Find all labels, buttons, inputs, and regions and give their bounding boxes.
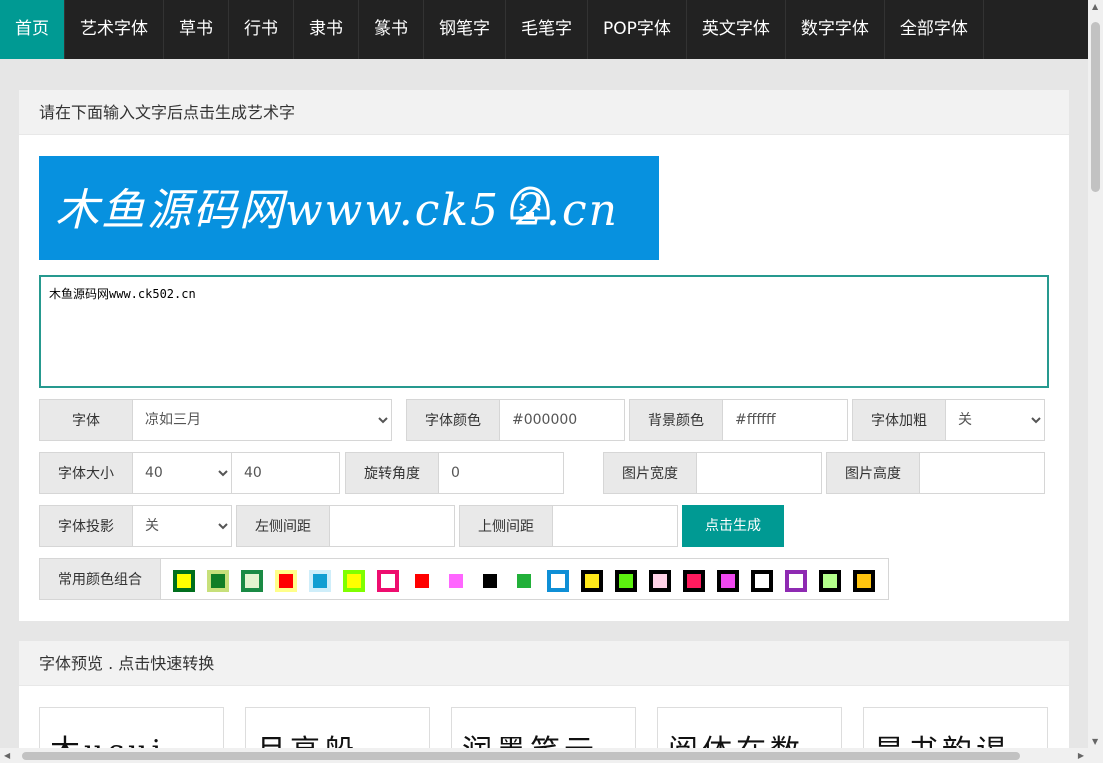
font-preview-title: 字体预览 . 点击快速转换	[19, 641, 1069, 686]
color-combo-swatch[interactable]	[649, 570, 671, 592]
width-input[interactable]	[696, 452, 822, 494]
top-nav: 首页 艺术字体 草书 行书 隶书 篆书 钢笔字 毛笔字 POP字体 英文字体 数字字体 全部字体	[0, 0, 1088, 59]
nav-item[interactable]: 钢笔字	[424, 0, 506, 59]
vertical-scroll-thumb[interactable]	[1091, 22, 1100, 192]
color-combo-swatch[interactable]	[377, 570, 399, 592]
shadow-label: 字体投影	[39, 505, 133, 547]
height-label: 图片高度	[826, 452, 920, 494]
font-color-input[interactable]	[499, 399, 625, 441]
horizontal-scroll-thumb[interactable]	[22, 752, 1020, 760]
scroll-down-arrow-icon[interactable]: ▼	[1092, 737, 1098, 746]
text-input[interactable]: 木鱼源码网www.ck502.cn	[39, 275, 1049, 388]
nav-item[interactable]: 首页	[0, 0, 65, 59]
color-combo-swatch[interactable]	[343, 570, 365, 592]
rotate-label: 旋转角度	[345, 452, 439, 494]
color-combo-swatch[interactable]	[411, 570, 433, 592]
generator-panel: 请在下面输入文字后点击生成艺术字 木鱼源码网www.ck5 2.cn 木鱼源码网…	[19, 90, 1069, 621]
nav-item[interactable]: 数字字体	[786, 0, 885, 59]
color-combo-swatch[interactable]	[445, 570, 467, 592]
color-combo-swatch[interactable]	[581, 570, 603, 592]
bg-color-label: 背景颜色	[629, 399, 723, 441]
color-combo-swatch[interactable]	[275, 570, 297, 592]
color-combo-swatch[interactable]	[547, 570, 569, 592]
color-combo-swatch[interactable]	[717, 570, 739, 592]
color-combo-swatch[interactable]	[309, 570, 331, 592]
scroll-up-arrow-icon[interactable]: ▲	[1092, 2, 1098, 11]
nav-item[interactable]: 英文字体	[687, 0, 786, 59]
height-input[interactable]	[919, 452, 1045, 494]
color-combo-swatch[interactable]	[785, 570, 807, 592]
art-text-preview-image: 木鱼源码网www.ck5 2.cn	[39, 156, 659, 260]
color-combo-swatch[interactable]	[683, 570, 705, 592]
shadow-select[interactable]: 关	[132, 505, 232, 547]
left-margin-label: 左侧间距	[236, 505, 330, 547]
color-combo-swatch[interactable]	[207, 570, 229, 592]
color-combo-swatch[interactable]	[819, 570, 841, 592]
nav-item[interactable]: 草书	[164, 0, 229, 59]
nav-item[interactable]: 隶书	[294, 0, 359, 59]
scroll-right-arrow-icon[interactable]: ▶	[1078, 751, 1084, 760]
top-margin-label: 上侧间距	[459, 505, 553, 547]
generate-button[interactable]: 点击生成	[682, 505, 784, 547]
color-combo-swatch[interactable]	[173, 570, 195, 592]
nav-item[interactable]: 篆书	[359, 0, 424, 59]
color-combo-swatch[interactable]	[615, 570, 637, 592]
color-combo-swatch[interactable]	[513, 570, 535, 592]
rotate-input[interactable]	[438, 452, 564, 494]
nav-item[interactable]: 全部字体	[885, 0, 984, 59]
font-label: 字体	[39, 399, 133, 441]
nav-item[interactable]: POP字体	[588, 0, 687, 59]
top-margin-input[interactable]	[552, 505, 678, 547]
size-select[interactable]: 40	[132, 452, 232, 494]
color-combos-label: 常用颜色组合	[39, 558, 161, 600]
nav-item[interactable]: 行书	[229, 0, 294, 59]
color-combo-swatch[interactable]	[241, 570, 263, 592]
color-combo-swatch[interactable]	[479, 570, 501, 592]
bold-select[interactable]: 关	[945, 399, 1045, 441]
color-combos-row	[160, 558, 889, 600]
color-combo-swatch[interactable]	[853, 570, 875, 592]
font-select[interactable]: 凉如三月	[132, 399, 392, 441]
bold-label: 字体加粗	[852, 399, 946, 441]
horizontal-scrollbar[interactable]: ◀ ▶	[0, 748, 1088, 763]
bg-color-input[interactable]	[722, 399, 848, 441]
font-color-label: 字体颜色	[406, 399, 500, 441]
face-glyph-icon	[510, 186, 550, 220]
nav-item[interactable]: 毛笔字	[506, 0, 588, 59]
font-preview-panel: 字体预览 . 点击快速转换 木ucui 月高船 润墨笑云 阅体在数 是书韵谒	[19, 641, 1069, 763]
size-input[interactable]	[231, 452, 340, 494]
vertical-scrollbar[interactable]: ▲ ▼	[1088, 0, 1103, 748]
scrollbar-corner	[1088, 748, 1103, 763]
color-combo-swatch[interactable]	[751, 570, 773, 592]
width-label: 图片宽度	[603, 452, 697, 494]
generator-panel-title: 请在下面输入文字后点击生成艺术字	[19, 90, 1069, 135]
size-label: 字体大小	[39, 452, 133, 494]
nav-item[interactable]: 艺术字体	[65, 0, 164, 59]
left-margin-input[interactable]	[329, 505, 455, 547]
scroll-left-arrow-icon[interactable]: ◀	[4, 751, 10, 760]
